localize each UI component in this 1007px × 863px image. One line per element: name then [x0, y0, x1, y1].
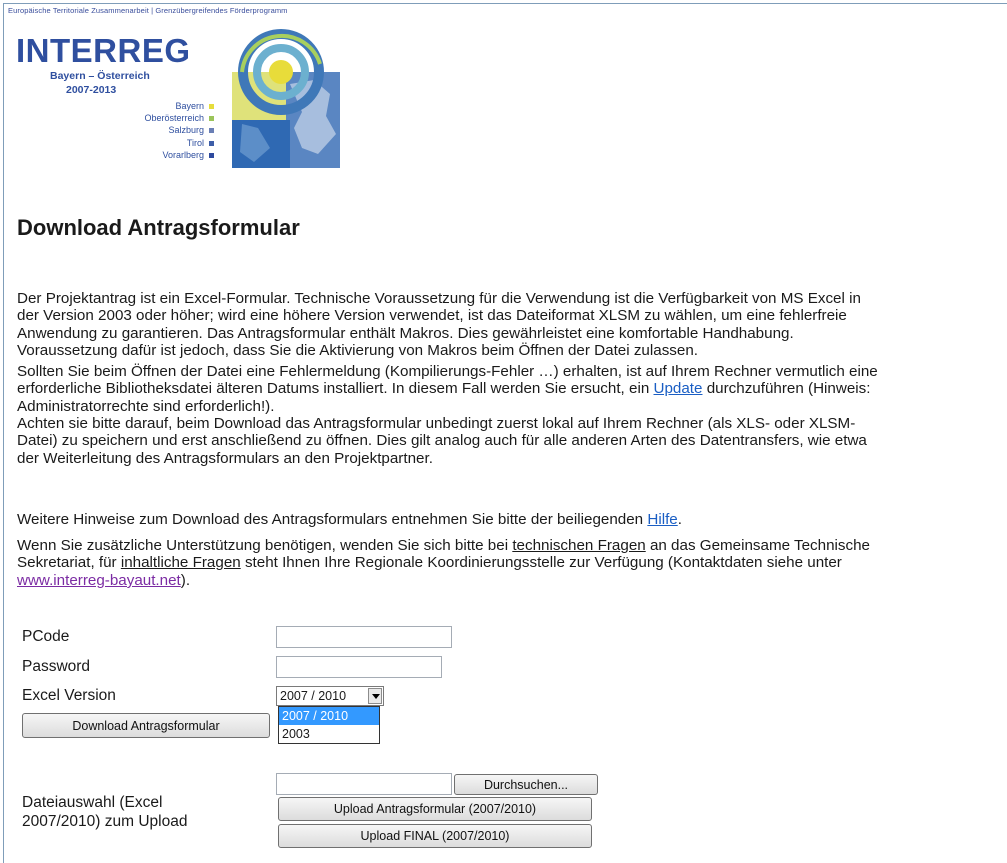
update-link[interactable]: Update	[654, 380, 703, 397]
region-item: Vorarlberg	[68, 149, 214, 161]
logo-map-graphic	[232, 29, 340, 168]
logo-tagline: Europäische Territoriale Zusammenarbeit …	[8, 6, 288, 15]
region-item: Bayern	[68, 100, 214, 112]
browse-button[interactable]: Durchsuchen...	[454, 774, 598, 795]
content-questions-text: inhaltliche Fragen	[120, 554, 241, 572]
download-button[interactable]: Download Antragsformular	[22, 713, 270, 738]
interreg-logo: Europäische Territoriale Zusammenarbeit …	[8, 2, 358, 168]
upload-label: Dateiauswahl (Excel 2007/2010) zum Uploa…	[22, 794, 188, 830]
logo-region-list: Bayern Oberösterreich Salzburg Tirol Vor…	[68, 100, 214, 161]
region-item: Tirol	[68, 137, 214, 149]
password-label: Password	[22, 658, 91, 675]
excel-version-select[interactable]: 2007 / 2010	[276, 686, 384, 706]
dropdown-option[interactable]: 2007 / 2010	[279, 707, 379, 725]
password-input[interactable]	[276, 656, 442, 678]
excel-version-label: Excel Version	[22, 687, 116, 704]
logo-title: INTERREG	[16, 32, 191, 69]
upload-form-button[interactable]: Upload Antragsformular (2007/2010)	[278, 797, 592, 821]
support-paragraph: Wenn Sie zusätzliche Unterstützung benöt…	[17, 537, 870, 589]
page-title: Download Antragsformular	[17, 215, 300, 240]
help-link[interactable]: Hilfe	[647, 511, 677, 528]
save-hint-paragraph: Achten sie bitte darauf, beim Download d…	[17, 415, 867, 467]
excel-version-dropdown: 2007 / 2010 2003	[278, 706, 380, 744]
excel-version-selected: 2007 / 2010	[280, 689, 347, 703]
interreg-website-link[interactable]: www.interreg-bayaut.net	[17, 572, 181, 589]
upload-final-button[interactable]: Upload FINAL (2007/2010)	[278, 824, 592, 848]
error-hint-paragraph: Sollten Sie beim Öffnen der Datei eine F…	[17, 363, 878, 415]
technical-questions-text: technischen Fragen	[512, 537, 646, 554]
region-item: Oberösterreich	[68, 112, 214, 124]
pcode-label: PCode	[22, 628, 70, 645]
pcode-input[interactable]	[276, 626, 452, 648]
intro-paragraph: Der Projektantrag ist ein Excel-Formular…	[17, 290, 861, 360]
help-paragraph: Weitere Hinweise zum Download des Antrag…	[17, 511, 682, 528]
region-item: Salzburg	[68, 124, 214, 136]
chevron-down-icon[interactable]	[368, 688, 382, 704]
file-path-input[interactable]	[276, 773, 452, 795]
logo-subtitle: Bayern – Österreich	[50, 70, 150, 82]
dropdown-option[interactable]: 2003	[279, 725, 379, 743]
logo-years: 2007-2013	[66, 84, 117, 96]
